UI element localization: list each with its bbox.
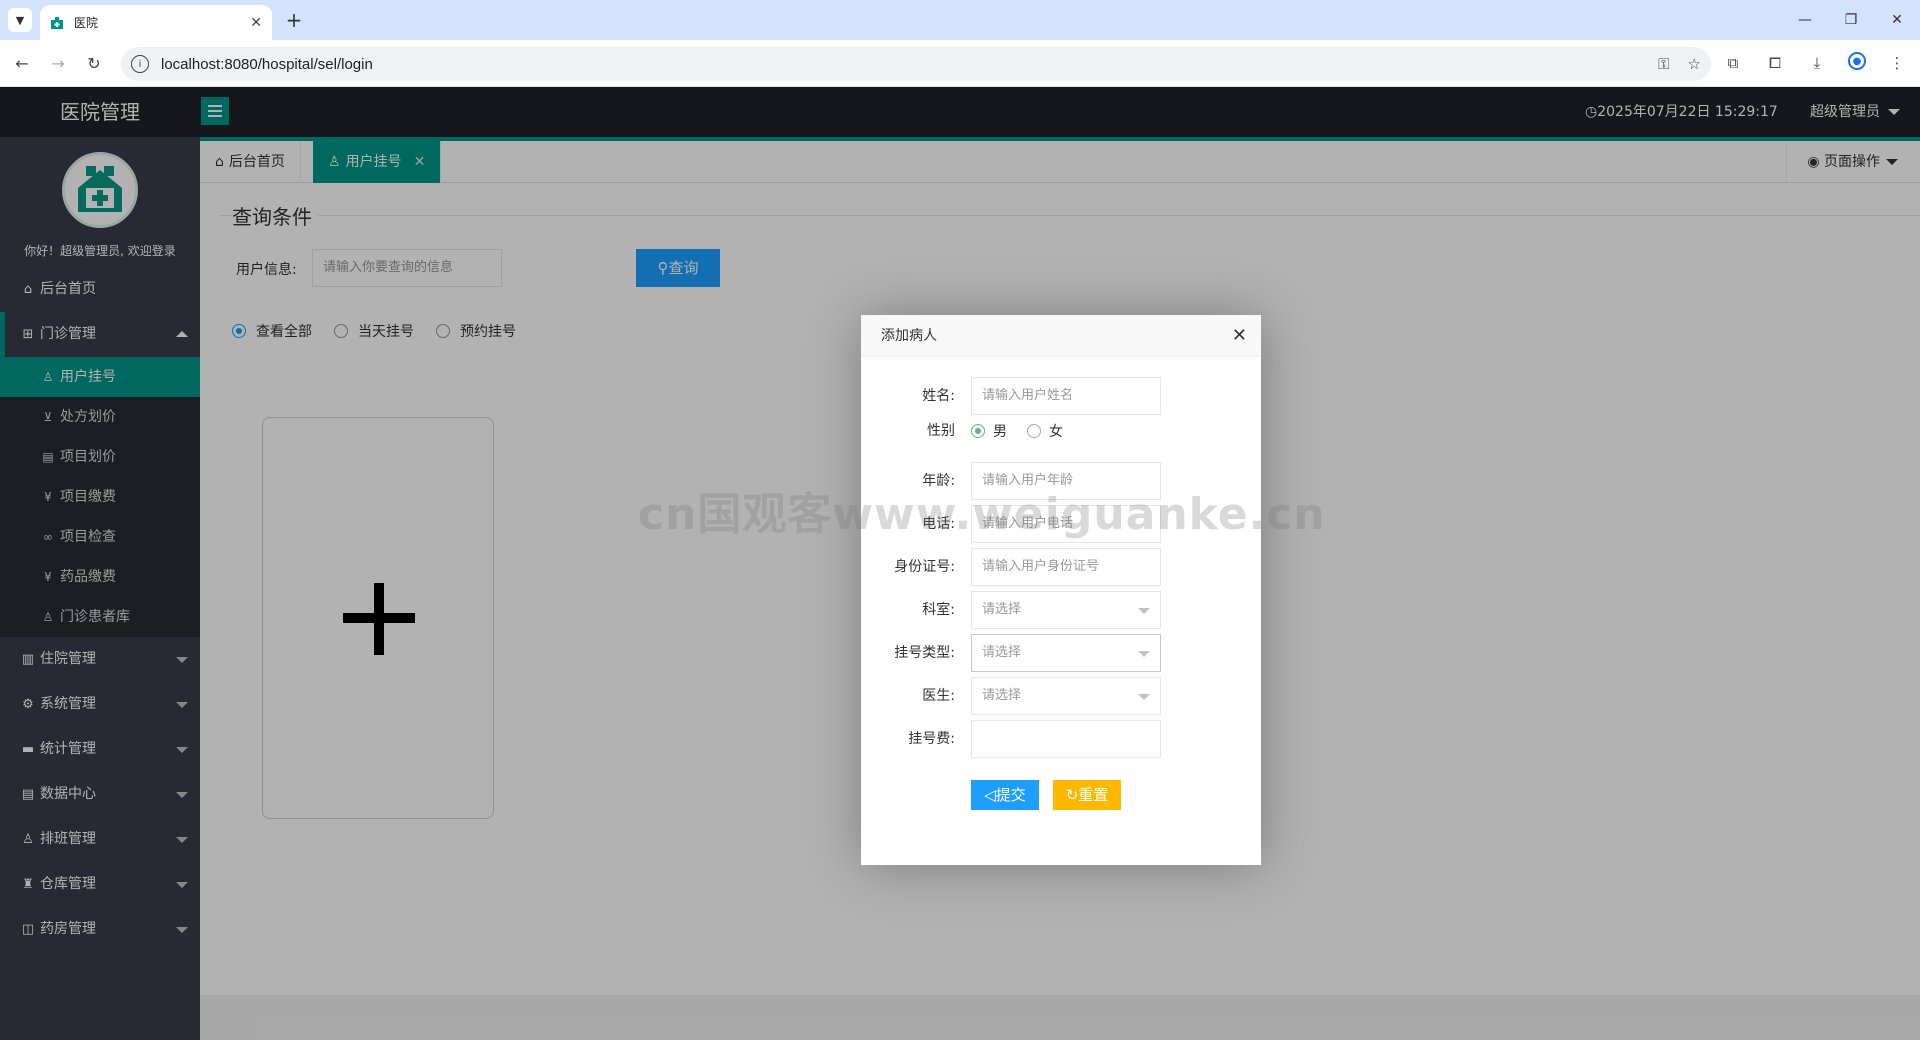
radio-label: 女	[1049, 424, 1063, 440]
name-label: 姓名:	[922, 388, 955, 404]
close-icon[interactable]: ✕	[1232, 315, 1247, 357]
back-icon[interactable]: ←	[10, 52, 34, 76]
radio-icon	[1027, 424, 1041, 438]
form-row-doctor: 医生: 请选择	[861, 677, 1261, 715]
id-label: 身份证号:	[894, 559, 955, 575]
form-row-id: 身份证号: 请输入用户身份证号	[861, 548, 1261, 586]
chevron-down-icon	[1138, 651, 1150, 657]
address-bar: ← → ↻ i localhost:8080/hospital/sel/logi…	[0, 40, 1920, 87]
browser-tab-title: 医院	[74, 16, 99, 30]
browser-toolbar: ⧉ ⧠ ⤓ ● ⋮	[1722, 52, 1908, 74]
dept-label: 科室:	[922, 602, 955, 618]
screenshot-icon[interactable]: ⧉	[1722, 52, 1744, 74]
window-controls: — ❐ ✕	[1782, 0, 1920, 40]
id-number-field[interactable]: 请输入用户身份证号	[971, 548, 1161, 586]
minimize-icon[interactable]: —	[1782, 0, 1828, 40]
form-row-gender: 性别 男 女	[861, 412, 1261, 450]
profile-icon[interactable]: ●	[1848, 52, 1866, 70]
submit-button[interactable]: ◁提交	[971, 780, 1039, 810]
fee-label: 挂号费:	[908, 731, 955, 747]
send-icon: ◁	[984, 786, 996, 804]
forward-icon[interactable]: →	[46, 52, 70, 76]
registration-type-select[interactable]: 请选择	[971, 634, 1161, 672]
tab-search-icon[interactable]: ▼	[8, 8, 32, 32]
modal-header: 添加病人 ✕	[861, 315, 1261, 357]
type-select-value: 请选择	[982, 645, 1022, 660]
gender-radio-group: 男 女	[971, 412, 1063, 450]
doctor-select-value: 请选择	[982, 688, 1022, 703]
browser-tab[interactable]: 医院 ✕	[40, 5, 272, 40]
modal-title: 添加病人	[881, 328, 937, 344]
gender-label: 性别	[927, 423, 955, 439]
url-omnibox[interactable]: i localhost:8080/hospital/sel/login ⚿ ☆	[121, 47, 1711, 81]
gender-male-radio[interactable]: 男	[971, 421, 1007, 441]
reload-icon[interactable]: ↻	[82, 52, 106, 76]
radio-checked-icon	[971, 424, 985, 438]
doctor-label: 医生:	[922, 688, 955, 704]
name-field[interactable]: 请输入用户姓名	[971, 377, 1161, 415]
window-close-icon[interactable]: ✕	[1874, 0, 1920, 40]
site-info-icon[interactable]: i	[131, 55, 149, 73]
fee-field[interactable]	[971, 720, 1161, 758]
chevron-down-icon	[1138, 694, 1150, 700]
reset-label: 重置	[1078, 786, 1109, 804]
radio-label: 男	[993, 424, 1007, 440]
close-tab-icon[interactable]: ✕	[250, 15, 262, 31]
submit-label: 提交	[995, 786, 1026, 804]
bookmark-star-icon[interactable]: ☆	[1688, 55, 1701, 73]
new-tab-icon[interactable]: +	[282, 8, 306, 32]
reset-button[interactable]: ↻重置	[1053, 780, 1121, 810]
form-row-name: 姓名: 请输入用户姓名	[861, 377, 1261, 415]
extensions-icon[interactable]: ⧠	[1764, 52, 1786, 74]
password-key-icon[interactable]: ⚿	[1658, 55, 1669, 73]
form-row-type: 挂号类型: 请选择	[861, 634, 1261, 672]
download-icon[interactable]: ⤓	[1806, 52, 1828, 74]
type-label: 挂号类型:	[894, 645, 955, 661]
browser-tabstrip: ▼ 医院 ✕ + — ❐ ✕	[0, 0, 1920, 40]
form-row-dept: 科室: 请选择	[861, 591, 1261, 629]
chevron-down-icon	[1138, 608, 1150, 614]
watermark-text: cn国观客www.weiguanke.cn	[638, 489, 1326, 540]
form-row-fee: 挂号费:	[861, 720, 1261, 758]
doctor-select[interactable]: 请选择	[971, 677, 1161, 715]
refresh-icon: ↻	[1065, 786, 1079, 804]
add-patient-modal: 添加病人 ✕ 姓名: 请输入用户姓名 性别 男 女 年龄: 请输入用户年龄 电话…	[861, 315, 1261, 865]
hospital-favicon-icon	[50, 16, 64, 30]
dept-select-value: 请选择	[982, 602, 1022, 617]
gender-female-radio[interactable]: 女	[1027, 421, 1063, 441]
url-text[interactable]: localhost:8080/hospital/sel/login	[161, 56, 1640, 73]
browser-menu-icon[interactable]: ⋮	[1886, 52, 1908, 74]
dept-select[interactable]: 请选择	[971, 591, 1161, 629]
restore-icon[interactable]: ❐	[1828, 0, 1874, 40]
